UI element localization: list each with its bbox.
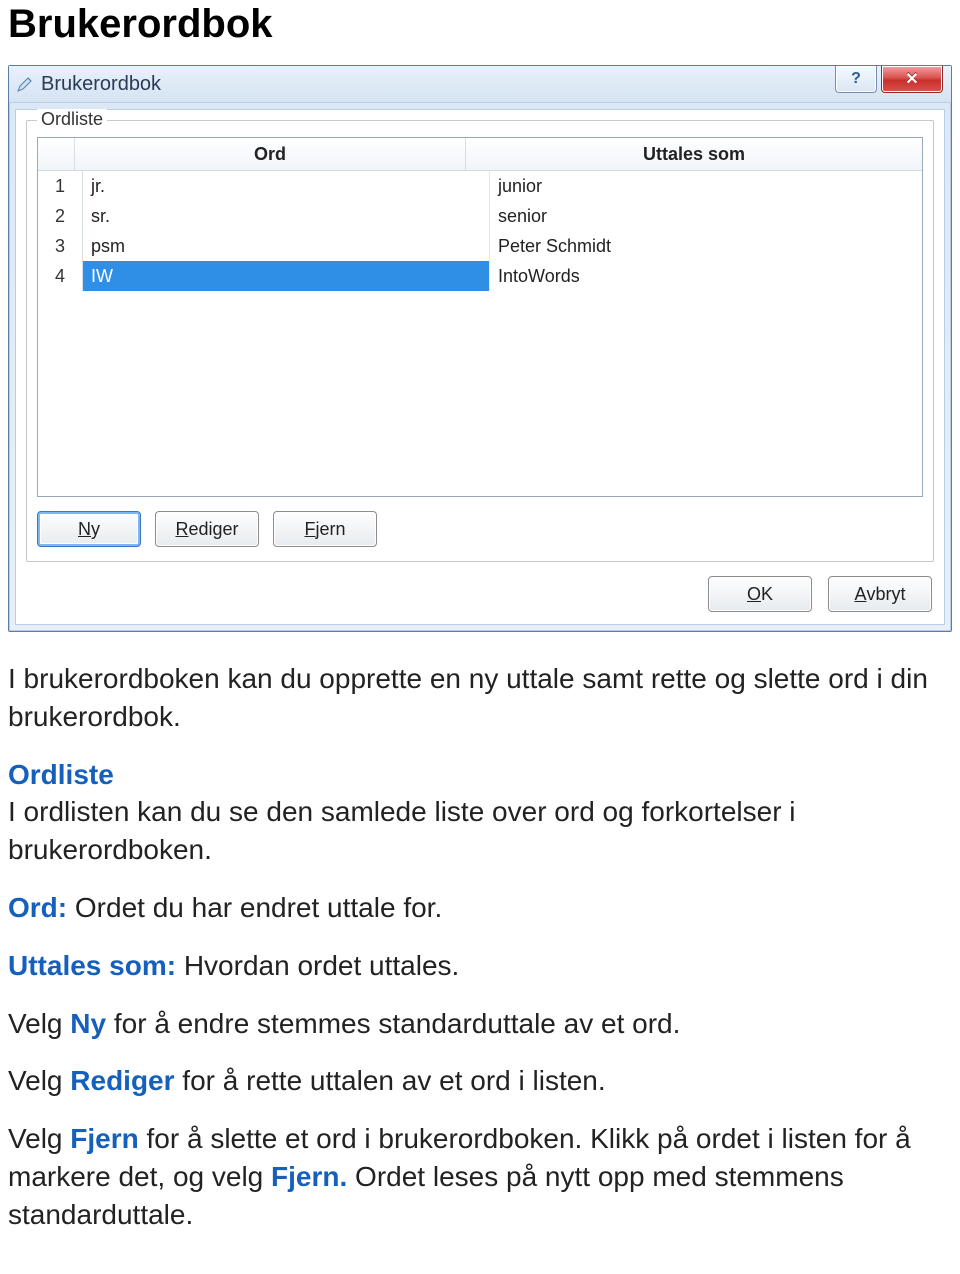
ok-underline: O <box>747 584 761 605</box>
fjern-keyword: Fjern <box>70 1123 138 1154</box>
header-index <box>38 138 75 170</box>
titlebar: Brukerordbok ? ✕ <box>9 66 951 103</box>
group-legend: Ordliste <box>37 109 107 130</box>
ny-paragraph: Velg Ny for å endre stemmes standardutta… <box>8 1005 952 1043</box>
table-row[interactable]: 2 sr. senior <box>38 201 922 231</box>
listview-body: 1 jr. junior 2 sr. senior 3 psm Pete <box>38 171 922 496</box>
ny-post: for å endre stemmes standarduttale av et… <box>106 1008 680 1039</box>
ordliste-paragraph: Ordliste I ordlisten kan du se den samle… <box>8 756 952 869</box>
ok-rest: K <box>761 584 773 605</box>
pencil-icon <box>15 74 35 94</box>
row-index: 3 <box>38 231 83 261</box>
ordliste-groupbox: Ordliste Ord Uttales som 1 jr. junior <box>26 120 934 562</box>
fjern-underline: F <box>304 519 315 540</box>
fjern-keyword2: Fjern. <box>271 1161 347 1192</box>
uttales-paragraph: Uttales som: Hvordan ordet uttales. <box>8 947 952 985</box>
avbryt-rest: vbryt <box>867 584 906 605</box>
window-title: Brukerordbok <box>41 73 835 96</box>
rediger-keyword: Rediger <box>70 1065 174 1096</box>
table-row[interactable]: 1 jr. junior <box>38 171 922 201</box>
ny-keyword: Ny <box>70 1008 106 1039</box>
close-button[interactable]: ✕ <box>881 66 943 93</box>
ok-button[interactable]: OK <box>708 576 812 612</box>
row-index: 4 <box>38 261 83 291</box>
header-ord[interactable]: Ord <box>75 138 466 170</box>
rediger-pre: Velg <box>8 1065 70 1096</box>
ord-paragraph: Ord: Ordet du har endret uttale for. <box>8 889 952 927</box>
ny-button[interactable]: Ny <box>37 511 141 547</box>
cell-ord: IW <box>83 261 490 291</box>
cell-uttales: senior <box>490 201 922 231</box>
cell-ord: psm <box>83 231 490 261</box>
dialog-window: Brukerordbok ? ✕ Ordliste Ord Uttales so… <box>8 65 952 632</box>
cell-uttales: IntoWords <box>490 261 922 291</box>
fjern-pre: Velg <box>8 1123 70 1154</box>
ord-label: Ord: <box>8 892 67 923</box>
fjern-rest: jern <box>315 519 345 540</box>
help-icon: ? <box>851 70 861 88</box>
ordliste-body: I ordlisten kan du se den samlede liste … <box>8 796 796 865</box>
cell-uttales: junior <box>490 171 922 201</box>
ord-body: Ordet du har endret uttale for. <box>67 892 442 923</box>
table-row[interactable]: 4 IW IntoWords <box>38 261 922 291</box>
ny-underline: N <box>78 519 91 540</box>
page-title: Brukerordbok <box>8 2 952 47</box>
listview-header: Ord Uttales som <box>38 138 922 171</box>
row-index: 1 <box>38 171 83 201</box>
table-row[interactable]: 3 psm Peter Schmidt <box>38 231 922 261</box>
rediger-post: for å rette uttalen av et ord i listen. <box>175 1065 606 1096</box>
help-button[interactable]: ? <box>835 66 877 93</box>
rediger-paragraph: Velg Rediger for å rette uttalen av et o… <box>8 1062 952 1100</box>
word-listview[interactable]: Ord Uttales som 1 jr. junior 2 sr. senio… <box>37 137 923 497</box>
cell-ord: jr. <box>83 171 490 201</box>
rediger-rest: ediger <box>188 519 238 540</box>
uttales-body: Hvordan ordet uttales. <box>176 950 459 981</box>
uttales-label: Uttales som: <box>8 950 176 981</box>
cell-uttales: Peter Schmidt <box>490 231 922 261</box>
avbryt-button[interactable]: Avbryt <box>828 576 932 612</box>
rediger-underline: R <box>175 519 188 540</box>
intro-paragraph: I brukerordboken kan du opprette en ny u… <box>8 660 952 736</box>
avbryt-underline: A <box>854 584 866 605</box>
rediger-button[interactable]: Rediger <box>155 511 259 547</box>
body-text: I brukerordboken kan du opprette en ny u… <box>8 660 952 1234</box>
fjern-button[interactable]: Fjern <box>273 511 377 547</box>
row-index: 2 <box>38 201 83 231</box>
fjern-paragraph: Velg Fjern for å slette et ord i brukero… <box>8 1120 952 1233</box>
cell-ord: sr. <box>83 201 490 231</box>
ny-pre: Velg <box>8 1008 70 1039</box>
header-uttales-som[interactable]: Uttales som <box>466 138 922 170</box>
ny-rest: y <box>91 519 100 540</box>
ordliste-head: Ordliste <box>8 759 114 790</box>
close-icon: ✕ <box>905 69 918 89</box>
